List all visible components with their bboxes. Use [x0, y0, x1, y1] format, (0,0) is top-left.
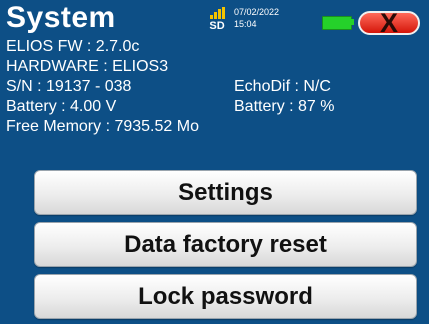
time-text: 15:04 — [234, 19, 257, 29]
settings-button[interactable]: Settings — [34, 170, 417, 215]
firmware-row: ELIOS FW : 2.7.0c — [6, 37, 199, 57]
header-bar: System SD 07/02/2022 15:04 X — [0, 0, 429, 40]
date-text: 07/02/2022 — [234, 7, 280, 17]
battery-tip — [351, 19, 354, 25]
data-factory-reset-label: Data factory reset — [124, 231, 327, 258]
sd-label: SD — [209, 20, 225, 32]
free-memory-text: Free Memory : 7935.52 Mo — [6, 118, 199, 135]
page-title: System — [6, 1, 116, 34]
battery-percent-text: Battery : 87 % — [234, 98, 335, 115]
battery-row: Battery : 4.00 V Battery : 87 % — [6, 97, 335, 117]
sd-card-icon: SD — [204, 7, 230, 33]
system-info: ELIOS FW : 2.7.0c HARDWARE : ELIOS3 S/N … — [6, 37, 335, 137]
hardware-text: HARDWARE : ELIOS3 — [6, 58, 169, 75]
data-factory-reset-button[interactable]: Data factory reset — [34, 222, 417, 267]
system-screen: System SD 07/02/2022 15:04 X ELIOS FW : … — [0, 0, 429, 324]
echodif-text: EchoDif : N/C — [234, 78, 331, 95]
close-icon[interactable]: X — [360, 9, 418, 37]
serial-text: S/N : 19137 - 038 — [6, 78, 132, 95]
signal-bars — [210, 7, 225, 19]
memory-row: Free Memory : 7935.52 Mo — [6, 117, 199, 137]
battery-voltage-text: Battery : 4.00 V — [6, 98, 117, 115]
settings-label: Settings — [178, 179, 273, 206]
lock-password-label: Lock password — [138, 283, 313, 310]
date-time: 07/02/2022 15:04 — [234, 6, 304, 30]
close-button[interactable]: X — [358, 9, 420, 37]
firmware-text: ELIOS FW : 2.7.0c — [6, 38, 140, 55]
lock-password-button[interactable]: Lock password — [34, 274, 417, 319]
battery-icon — [322, 16, 352, 30]
hardware-row: HARDWARE : ELIOS3 — [6, 57, 199, 77]
serial-row: S/N : 19137 - 038 EchoDif : N/C — [6, 77, 331, 97]
